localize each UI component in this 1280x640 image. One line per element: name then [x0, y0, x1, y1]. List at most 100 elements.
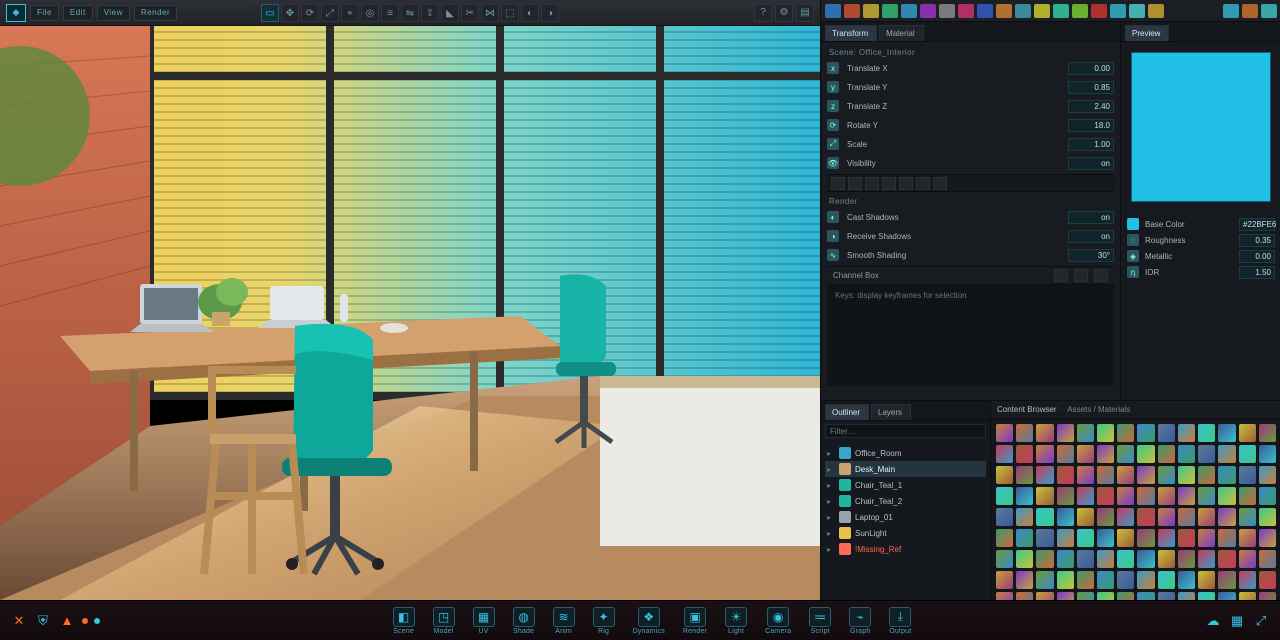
asset-thumb[interactable] — [1239, 424, 1256, 442]
asset-thumb[interactable] — [1016, 466, 1033, 484]
asset-thumb[interactable] — [1137, 571, 1154, 589]
asset-thumb[interactable] — [1239, 508, 1256, 526]
asset-thumb[interactable] — [1239, 487, 1256, 505]
attr-row[interactable]: xTranslate X0.00 — [827, 60, 1114, 76]
asset-thumb[interactable] — [1117, 529, 1134, 547]
shelf-icon[interactable] — [1261, 4, 1277, 18]
asset-thumb[interactable] — [1077, 466, 1094, 484]
asset-thumb[interactable] — [1036, 466, 1053, 484]
attr-row[interactable]: Base Color#22BFE6 — [1127, 216, 1275, 232]
tool-rotate-icon[interactable]: ⟳ — [301, 4, 319, 22]
tool-frame-icon[interactable]: ⬚ — [501, 4, 519, 22]
outliner-item[interactable]: ▸Laptop_01 — [825, 509, 986, 525]
asset-thumb[interactable] — [1158, 550, 1175, 568]
asset-thumb[interactable] — [1198, 529, 1215, 547]
asset-thumb[interactable] — [1137, 529, 1154, 547]
shelf-icon[interactable] — [1034, 4, 1050, 18]
layout-icon[interactable]: ▤ — [796, 4, 814, 22]
outliner-item[interactable]: ▸Chair_Teal_1 — [825, 477, 986, 493]
asset-thumb[interactable] — [1137, 424, 1154, 442]
asset-thumb[interactable] — [1057, 529, 1074, 547]
tool-weld-icon[interactable]: ⋈ — [481, 4, 499, 22]
shelf-icon[interactable] — [882, 4, 898, 18]
tool-mirror-icon[interactable]: ⇋ — [401, 4, 419, 22]
tool-cut-icon[interactable]: ✂ — [461, 4, 479, 22]
tool-isolate-icon[interactable]: ◐ — [521, 4, 539, 22]
flame-icon[interactable]: ▲ — [58, 612, 76, 630]
menu-render[interactable]: Render — [134, 5, 177, 21]
shelf-icon[interactable] — [825, 4, 841, 18]
asset-thumb[interactable] — [1178, 550, 1195, 568]
brand-x-icon[interactable]: ✕ — [10, 612, 28, 630]
expand-icon[interactable]: ⤢ — [1252, 612, 1270, 630]
asset-thumb[interactable] — [1158, 571, 1175, 589]
asset-thumb[interactable] — [1057, 424, 1074, 442]
cloud-icon[interactable]: ☁ — [1204, 612, 1222, 630]
task-output[interactable]: ⤓Output — [889, 607, 911, 635]
asset-thumb[interactable] — [996, 508, 1013, 526]
asset-thumb[interactable] — [1137, 550, 1154, 568]
outliner-item[interactable]: ▸Desk_Main — [825, 461, 986, 477]
asset-thumb[interactable] — [1137, 466, 1154, 484]
asset-thumb[interactable] — [1117, 445, 1134, 463]
asset-thumb[interactable] — [1158, 424, 1175, 442]
asset-thumb[interactable] — [1218, 466, 1235, 484]
shelf-icon[interactable] — [863, 4, 879, 18]
asset-thumb[interactable] — [1016, 487, 1033, 505]
key-editor-body[interactable]: Keys: display keyframes for selection — [827, 285, 1114, 386]
tab-layers[interactable]: Layers — [871, 404, 911, 420]
asset-thumb[interactable] — [1036, 571, 1053, 589]
asset-thumb[interactable] — [1259, 445, 1276, 463]
asset-thumb[interactable] — [1218, 550, 1235, 568]
asset-thumb[interactable] — [1117, 487, 1134, 505]
asset-thumb[interactable] — [1198, 571, 1215, 589]
asset-thumb[interactable] — [1036, 508, 1053, 526]
task-shade[interactable]: ◍Shade — [513, 607, 535, 635]
shelf-icon[interactable] — [1091, 4, 1107, 18]
attr-row[interactable]: ◌Roughness0.35 — [1127, 232, 1275, 248]
preview-swatch[interactable] — [1131, 52, 1271, 202]
task-uv[interactable]: ▦UV — [473, 607, 495, 635]
tool-move-icon[interactable]: ✥ — [281, 4, 299, 22]
attr-row[interactable]: ◈Metallic0.00 — [1127, 248, 1275, 264]
asset-thumb[interactable] — [1218, 571, 1235, 589]
asset-thumb[interactable] — [1097, 571, 1114, 589]
task-light[interactable]: ☀Light — [725, 607, 747, 635]
asset-thumb[interactable] — [1117, 424, 1134, 442]
tool-select-icon[interactable]: ▭ — [261, 4, 279, 22]
asset-thumb[interactable] — [1036, 445, 1053, 463]
outliner-item[interactable]: ▸!Missing_Ref — [825, 541, 986, 557]
asset-thumb[interactable] — [1218, 445, 1235, 463]
task-render[interactable]: ▣Render — [683, 607, 707, 635]
asset-thumb[interactable] — [1198, 550, 1215, 568]
tool-align-icon[interactable]: ≡ — [381, 4, 399, 22]
asset-thumb[interactable] — [1117, 550, 1134, 568]
asset-thumb[interactable] — [1097, 466, 1114, 484]
grid-icon[interactable]: ▦ — [1228, 612, 1246, 630]
asset-thumb[interactable] — [1218, 487, 1235, 505]
asset-thumb[interactable] — [1178, 424, 1195, 442]
tab-outliner[interactable]: Outliner — [825, 404, 869, 420]
attr-tool-icon[interactable] — [882, 177, 896, 190]
asset-thumb[interactable] — [1117, 466, 1134, 484]
outliner-item[interactable]: ▸SunLight — [825, 525, 986, 541]
attr-tool-icon[interactable] — [916, 177, 930, 190]
shelf-icon[interactable] — [1148, 4, 1164, 18]
shelf-icon[interactable] — [1053, 4, 1069, 18]
shelf-icon[interactable] — [958, 4, 974, 18]
attr-row[interactable]: ◑Receive Shadowson — [827, 228, 1114, 244]
task-script[interactable]: ≔Script — [809, 607, 831, 635]
menu-view[interactable]: View — [97, 5, 130, 21]
asset-thumb[interactable] — [1259, 487, 1276, 505]
help-icon[interactable]: ? — [754, 4, 772, 22]
asset-thumb[interactable] — [1198, 445, 1215, 463]
shelf-icon[interactable] — [1015, 4, 1031, 18]
shelf-icon[interactable] — [920, 4, 936, 18]
asset-thumb[interactable] — [1097, 550, 1114, 568]
asset-thumb[interactable] — [1077, 487, 1094, 505]
asset-thumb[interactable] — [1218, 508, 1235, 526]
asset-thumb[interactable] — [1178, 508, 1195, 526]
attr-row[interactable]: ∿Smooth Shading30° — [827, 247, 1114, 263]
asset-thumb[interactable] — [1218, 424, 1235, 442]
attr-row[interactable]: ⟳Rotate Y18.0 — [827, 117, 1114, 133]
